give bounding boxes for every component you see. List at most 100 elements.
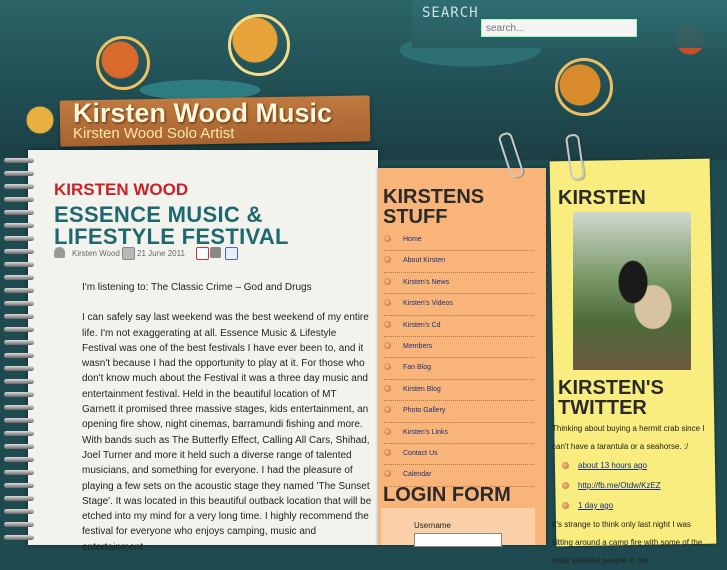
post-paragraph: I can safely say last weekend was the be… — [82, 312, 372, 553]
email-icon[interactable] — [225, 247, 238, 260]
spiral-ring — [4, 470, 34, 475]
stuff-heading: KIRSTENS STUFF — [383, 187, 484, 227]
bullet-icon — [384, 363, 391, 371]
tweet-link-label[interactable]: 1 day ago — [578, 501, 613, 510]
menu-item-label[interactable]: Home — [403, 236, 422, 243]
spiral-ring — [4, 236, 34, 241]
spiral-ring — [4, 405, 34, 410]
twitter-heading: KIRSTEN'S TWITTER — [558, 378, 664, 418]
menu-item-kirsten-blog[interactable]: Kirsten Blog — [384, 380, 534, 402]
post-category[interactable]: KIRSTEN WOOD — [54, 180, 188, 200]
notebook-spiral — [0, 150, 36, 545]
stuff-heading-line: STUFF — [383, 206, 448, 228]
search-input[interactable] — [481, 19, 637, 37]
spiral-ring — [4, 366, 34, 371]
username-label: Username — [414, 521, 451, 530]
login-heading: LOGIN FORM — [383, 484, 511, 506]
spiral-ring — [4, 509, 34, 514]
menu-item-cd[interactable]: Kirsten's Cd — [384, 316, 534, 337]
post-paragraph: I'm listening to: The Classic Crime – Go… — [82, 282, 312, 293]
menu-item-label[interactable]: Kirsten's Cd — [403, 322, 441, 329]
menu-item-label[interactable]: Kirsten Blog — [403, 386, 441, 393]
tweet-link[interactable]: 1 day ago — [552, 496, 712, 516]
bullet-icon — [384, 341, 391, 349]
bullet-icon — [384, 448, 391, 456]
spiral-ring — [4, 522, 34, 527]
twitter-feed: Thinking about buying a hermit crab sinc… — [552, 420, 712, 570]
bullet-icon — [562, 462, 569, 469]
spiral-ring — [4, 210, 34, 215]
calendar-icon — [122, 247, 135, 260]
bullet-icon — [384, 277, 391, 285]
spiral-ring — [4, 418, 34, 423]
tweet-link[interactable]: about 13 hours ago — [552, 456, 712, 476]
post-title[interactable]: ESSENCE MUSIC & LIFESTYLE FESTIVAL — [54, 204, 354, 248]
spiral-ring — [4, 444, 34, 449]
spiral-ring — [4, 457, 34, 462]
pdf-icon[interactable] — [196, 247, 209, 260]
menu-item-fan-blog[interactable]: Fan Blog — [384, 358, 534, 380]
menu-item-photo-gallery[interactable]: Photo Gallery — [384, 401, 534, 423]
bullet-icon — [562, 482, 569, 489]
bullet-icon — [384, 427, 391, 435]
twitter-heading-line: TWITTER — [558, 397, 647, 419]
menu-item-about[interactable]: About Kirsten — [384, 251, 534, 273]
menu-item-label[interactable]: Contact Us — [403, 450, 438, 457]
menu-item-label[interactable]: Members — [403, 343, 432, 350]
spiral-ring — [4, 340, 34, 345]
menu-item-label[interactable]: Kirsten's Links — [403, 429, 448, 436]
site-subtitle: Kirsten Wood Solo Artist — [73, 125, 235, 142]
spiral-ring — [4, 197, 34, 202]
menu-item-label[interactable]: Photo Gallery — [403, 407, 445, 414]
menu-item-label[interactable]: Kirsten's Videos — [403, 300, 453, 307]
spiral-ring — [4, 392, 34, 397]
menu-item-home[interactable]: Home — [384, 230, 534, 252]
menu-item-label[interactable]: Calendar — [403, 471, 431, 478]
spiral-ring — [4, 483, 34, 488]
menu-item-videos[interactable]: Kirsten's Videos — [384, 294, 534, 316]
menu-item-label[interactable]: Fan Blog — [403, 364, 431, 371]
flower-decoration — [96, 36, 150, 90]
menu-item-label[interactable]: About Kirsten — [403, 257, 445, 264]
spiral-ring — [4, 171, 34, 176]
post-body: I'm listening to: The Classic Crime – Go… — [82, 280, 372, 570]
spiral-ring — [4, 184, 34, 189]
tweet-link-label[interactable]: about 13 hours ago — [578, 461, 647, 470]
print-icon[interactable] — [210, 247, 221, 258]
menu-item-links[interactable]: Kirsten's Links — [384, 423, 534, 444]
tweet-text: It's strange to think only last night I … — [552, 520, 703, 565]
bullet-icon — [384, 256, 391, 264]
spiral-ring — [4, 223, 34, 228]
spiral-ring — [4, 314, 34, 319]
menu-item-label[interactable]: Kirsten's News — [403, 279, 449, 286]
bullet-icon — [384, 299, 391, 307]
spiral-ring — [4, 353, 34, 358]
spiral-ring — [4, 288, 34, 293]
stuff-menu: Home About Kirsten Kirsten's News Kirste… — [384, 230, 534, 487]
bullet-icon — [384, 470, 391, 478]
spiral-ring — [4, 431, 34, 436]
spiral-ring — [4, 158, 34, 163]
spiral-ring — [4, 379, 34, 384]
bullet-icon — [384, 406, 391, 414]
twitter-heading-line: KIRSTEN'S — [558, 377, 664, 399]
flower-decoration — [555, 58, 613, 116]
tweet-link-label[interactable]: http://fb.me/Otdw/KzEZ — [578, 481, 661, 490]
menu-item-members[interactable]: Members — [384, 337, 534, 359]
bullet-icon — [384, 320, 391, 328]
tweet-text: Thinking about buying a hermit crab sinc… — [552, 424, 705, 451]
stuff-heading-line: KIRSTENS — [383, 186, 485, 208]
spiral-ring — [4, 301, 34, 306]
bullet-icon — [562, 502, 569, 509]
flower-decoration — [228, 14, 290, 76]
menu-item-contact[interactable]: Contact Us — [384, 444, 534, 466]
spiral-ring — [4, 249, 34, 254]
bullet-icon — [384, 384, 391, 392]
author-icon — [54, 247, 65, 258]
profile-photo — [573, 212, 691, 370]
spiral-ring — [4, 496, 34, 501]
tweet-link[interactable]: http://fb.me/Otdw/KzEZ — [552, 476, 712, 496]
spiral-ring — [4, 327, 34, 332]
spiral-ring — [4, 262, 34, 267]
menu-item-news[interactable]: Kirsten's News — [384, 273, 534, 295]
